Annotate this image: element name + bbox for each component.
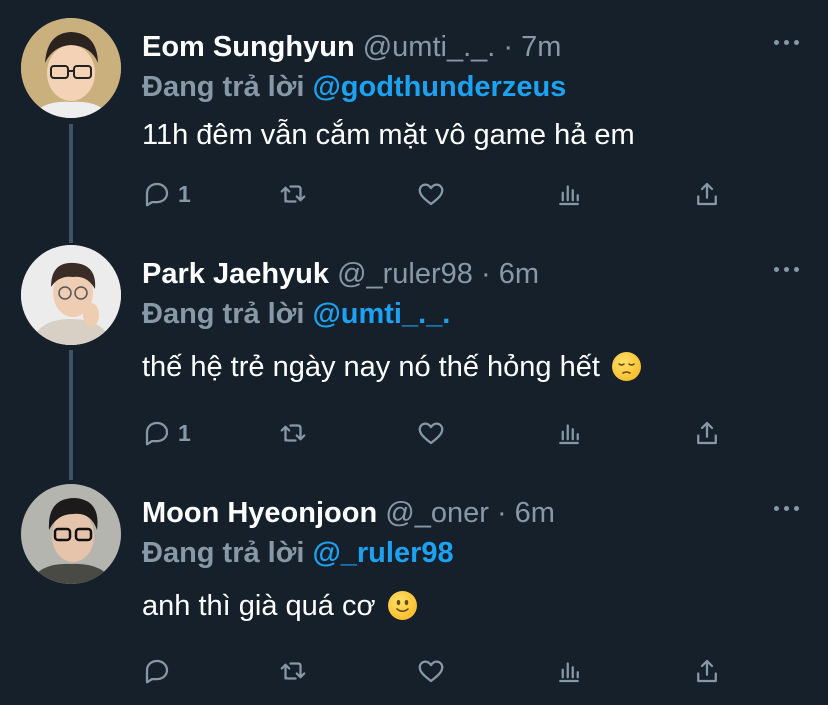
reply-icon <box>145 421 169 446</box>
separator-dot: · <box>480 258 491 290</box>
display-name[interactable]: Eom Sunghyun <box>142 31 355 63</box>
heart-icon <box>418 183 444 206</box>
reply-button[interactable]: 1 <box>142 416 191 450</box>
display-name[interactable]: Park Jaehyuk <box>142 258 329 290</box>
tweet-text-content: thế hệ trẻ ngày nay nó thế hỏng hết <box>142 351 600 383</box>
separator-dot: · <box>503 31 514 63</box>
avatar[interactable] <box>21 245 121 345</box>
share-icon <box>697 659 717 683</box>
reply-icon <box>145 182 169 207</box>
retweet-button[interactable] <box>278 654 308 688</box>
action-bar <box>142 654 742 688</box>
action-bar: 1 <box>142 177 742 211</box>
more-icon[interactable] <box>774 38 800 46</box>
mention-link[interactable]: @umti_._. <box>312 298 450 330</box>
share-button[interactable] <box>692 654 722 688</box>
tweet-text: 11h đêm vẫn cắm mặt vô game hả em <box>142 118 635 152</box>
slightly-smiling-emoji <box>387 591 417 620</box>
analytics-icon <box>559 662 579 683</box>
action-bar: 1 <box>142 416 742 450</box>
separator-dot: · <box>496 497 507 529</box>
tweet-header: Moon Hyeonjoon @_oner · 6m <box>142 496 555 530</box>
share-button[interactable] <box>692 416 722 450</box>
more-icon[interactable] <box>774 265 800 273</box>
replying-to-label: Đang trả lời <box>142 71 305 103</box>
username[interactable]: @umti_._. <box>363 31 496 63</box>
retweet-icon <box>280 662 306 680</box>
replying-to: Đang trả lời @umti_._. <box>142 297 450 331</box>
tweet-text: thế hệ trẻ ngày nay nó thế hỏng hết <box>142 350 641 384</box>
retweet-button[interactable] <box>278 416 308 450</box>
mention-link[interactable]: @godthunderzeus <box>312 71 566 103</box>
reply-icon <box>145 659 169 684</box>
reply-button[interactable]: 1 <box>142 177 191 211</box>
tweet-text-content: 11h đêm vẫn cắm mặt vô game hả em <box>142 119 635 151</box>
retweet-button[interactable] <box>278 177 308 211</box>
analytics-button[interactable] <box>554 177 584 211</box>
retweet-icon <box>280 424 306 442</box>
analytics-icon <box>559 185 579 206</box>
replying-to: Đang trả lời @godthunderzeus <box>142 70 566 104</box>
heart-icon <box>418 660 444 683</box>
display-name[interactable]: Moon Hyeonjoon <box>142 497 377 529</box>
reply-count: 1 <box>178 419 191 446</box>
replying-to-label: Đang trả lời <box>142 537 305 569</box>
analytics-button[interactable] <box>554 416 584 450</box>
tweet-text-content: anh thì già quá cơ <box>142 590 376 622</box>
retweet-icon <box>280 185 306 203</box>
avatar[interactable] <box>21 18 121 118</box>
like-button[interactable] <box>416 177 446 211</box>
reply-button[interactable] <box>142 654 178 688</box>
replying-to-label: Đang trả lời <box>142 298 305 330</box>
replying-to: Đang trả lời @_ruler98 <box>142 536 454 570</box>
timestamp[interactable]: 6m <box>499 258 539 290</box>
tweet-header: Eom Sunghyun @umti_._. · 7m <box>142 30 561 64</box>
timestamp[interactable]: 7m <box>521 31 561 63</box>
like-button[interactable] <box>416 416 446 450</box>
tweet-text: anh thì già quá cơ <box>142 589 417 623</box>
analytics-button[interactable] <box>554 654 584 688</box>
like-button[interactable] <box>416 654 446 688</box>
timestamp[interactable]: 6m <box>515 497 555 529</box>
share-icon <box>697 421 717 445</box>
username[interactable]: @_oner <box>385 497 489 529</box>
tweet[interactable]: Park Jaehyuk @_ruler98 · 6m Đang trả lời… <box>0 245 828 460</box>
avatar[interactable] <box>21 484 121 584</box>
more-icon[interactable] <box>774 504 800 512</box>
pensive-emoji <box>611 352 641 381</box>
tweet[interactable]: Moon Hyeonjoon @_oner · 6m Đang trả lời … <box>0 484 828 699</box>
reply-count: 1 <box>178 180 191 207</box>
heart-icon <box>418 422 444 445</box>
tweet[interactable]: Eom Sunghyun @umti_._. · 7m Đang trả lời… <box>0 18 828 228</box>
analytics-icon <box>559 424 579 445</box>
mention-link[interactable]: @_ruler98 <box>312 537 453 569</box>
share-button[interactable] <box>692 177 722 211</box>
username[interactable]: @_ruler98 <box>337 258 473 290</box>
tweet-header: Park Jaehyuk @_ruler98 · 6m <box>142 257 539 291</box>
share-icon <box>697 182 717 206</box>
